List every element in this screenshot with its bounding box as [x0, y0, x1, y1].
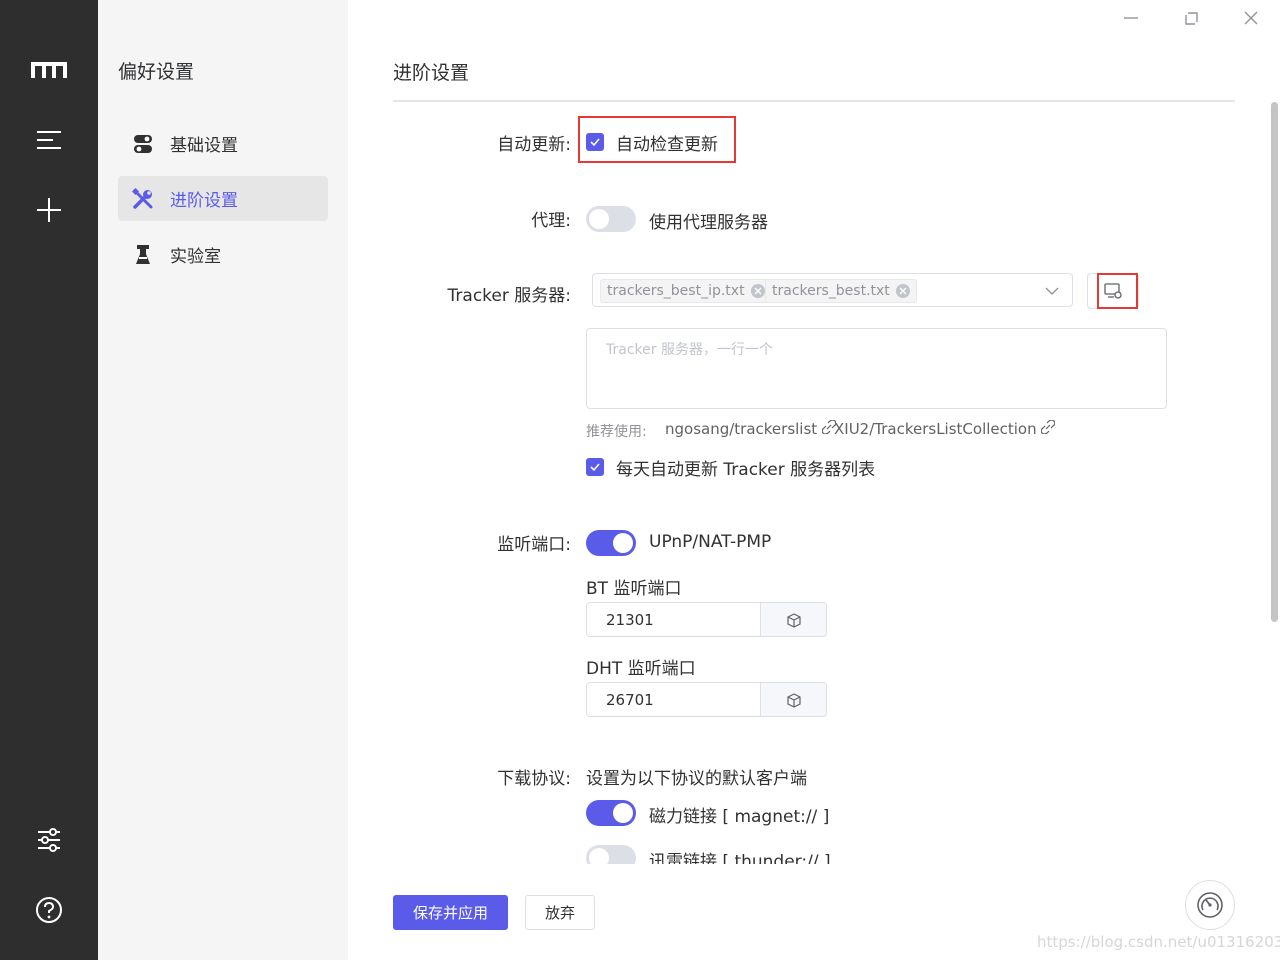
sidebar-item-label: 基础设置 — [170, 136, 238, 156]
minimize-button[interactable] — [1116, 6, 1146, 30]
tracker-label: Tracker 服务器: — [447, 286, 571, 306]
tracker-link-ngosang[interactable]: ngosang/trackerslist — [665, 419, 837, 438]
sidebar-title: 偏好设置 — [118, 61, 195, 83]
watermark-text: https://blog.csdn.net/u013162035 — [1037, 933, 1280, 951]
dice-icon — [786, 692, 801, 708]
tools-icon — [132, 187, 154, 210]
bt-port-input[interactable] — [587, 603, 761, 636]
link-label: XIU2/TrackersListCollection — [834, 420, 1037, 438]
tracker-auto-update-checkbox[interactable] — [586, 458, 604, 476]
thunder-toggle[interactable] — [586, 845, 636, 864]
scroll-clip: 讯雷链接 [ thunder:// ] — [580, 840, 880, 864]
thunder-label: 讯雷链接 [ thunder:// ] — [649, 852, 831, 864]
link-label: ngosang/trackerslist — [665, 420, 818, 438]
sidebar-item-label: 实验室 — [170, 247, 221, 267]
random-port-button[interactable] — [760, 683, 826, 716]
highlight-box — [1097, 273, 1138, 309]
listen-port-label: 监听端口: — [497, 535, 571, 555]
sidebar-item-lab[interactable]: 实验室 — [118, 232, 328, 277]
random-port-button[interactable] — [760, 603, 826, 636]
tag-remove-icon[interactable] — [750, 284, 765, 298]
bt-port-field — [586, 602, 827, 637]
logo-icon[interactable] — [29, 50, 69, 90]
proxy-label: 代理: — [531, 211, 571, 231]
magnet-label: 磁力链接 [ magnet:// ] — [649, 807, 830, 827]
auto-update-label: 自动更新: — [497, 135, 571, 155]
scrollbar[interactable] — [1271, 102, 1278, 622]
menu-icon[interactable] — [29, 120, 69, 160]
save-apply-button[interactable]: 保存并应用 — [393, 895, 508, 930]
speedometer-button[interactable] — [1185, 880, 1235, 930]
dht-port-input[interactable] — [587, 683, 761, 716]
proxy-toggle[interactable] — [586, 206, 636, 232]
tracker-tag: trackers_best.txt — [765, 279, 917, 303]
close-button[interactable] — [1236, 6, 1266, 30]
tag-remove-icon[interactable] — [895, 284, 910, 298]
highlight-box — [578, 116, 736, 163]
link-icon — [1041, 419, 1056, 435]
flask-icon — [132, 244, 154, 266]
dht-port-field — [586, 682, 827, 717]
tracker-link-xiu2[interactable]: XIU2/TrackersListCollection — [834, 419, 1056, 438]
preference-sidebar: 偏好设置 基础设置 进阶设置 实验室 — [98, 0, 348, 960]
upnp-label: UPnP/NAT-PMP — [649, 532, 772, 552]
chevron-down-icon[interactable] — [1045, 283, 1059, 302]
magnet-toggle[interactable] — [586, 800, 636, 826]
tracker-textarea[interactable] — [586, 328, 1167, 409]
protocol-description: 设置为以下协议的默认客户端 — [586, 769, 807, 789]
sliders-icon[interactable] — [29, 820, 69, 860]
plus-icon[interactable] — [29, 190, 69, 230]
tracker-auto-update-label[interactable]: 每天自动更新 Tracker 服务器列表 — [616, 455, 875, 480]
page-title: 进阶设置 — [393, 62, 470, 84]
proxy-toggle-label: 使用代理服务器 — [649, 213, 768, 233]
sidebar-item-label: 进阶设置 — [170, 191, 238, 211]
bt-port-label: BT 监听端口 — [586, 579, 682, 599]
tracker-tag: trackers_best_ip.txt — [600, 279, 772, 303]
help-icon[interactable] — [29, 890, 69, 930]
toggle-icon — [132, 133, 154, 155]
restore-button[interactable] — [1176, 6, 1206, 30]
title-divider — [393, 100, 1235, 102]
upnp-toggle[interactable] — [586, 530, 636, 556]
tag-label: trackers_best_ip.txt — [607, 283, 745, 299]
discard-button[interactable]: 放弃 — [525, 895, 595, 930]
tracker-source-select[interactable]: trackers_best_ip.txt trackers_best.txt — [592, 273, 1073, 307]
sidebar-item-basic[interactable]: 基础设置 — [118, 121, 328, 166]
check-icon — [590, 463, 600, 472]
protocol-label: 下载协议: — [497, 769, 571, 789]
recommend-label: 推荐使用: — [586, 424, 647, 440]
dht-port-label: DHT 监听端口 — [586, 659, 696, 679]
tag-label: trackers_best.txt — [772, 283, 890, 299]
sidebar-item-advanced[interactable]: 进阶设置 — [118, 176, 328, 221]
dice-icon — [786, 612, 801, 628]
app-rail — [0, 0, 98, 960]
speedometer-icon — [1197, 892, 1223, 918]
